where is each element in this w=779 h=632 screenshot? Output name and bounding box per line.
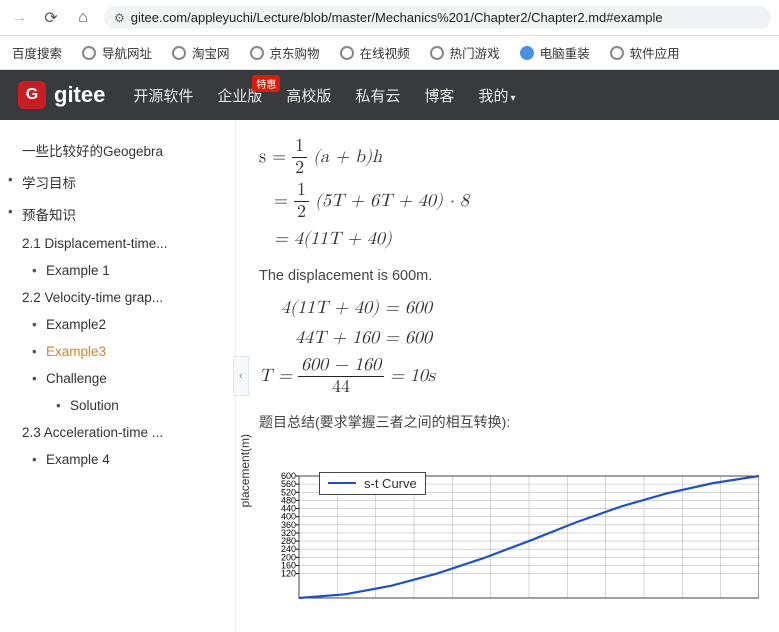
nav-private-cloud[interactable]: 私有云 — [355, 85, 400, 106]
promo-badge: 特惠 — [252, 75, 280, 92]
toc-item[interactable]: Example2 — [46, 311, 219, 338]
chart-ylabel: placement(m) — [241, 433, 252, 506]
home-button[interactable]: ⌂ — [72, 7, 94, 29]
gitee-header: G gitee 开源软件 企业版特惠 高校版 私有云 博客 我的▾ — [0, 70, 779, 120]
st-curve-chart: s-t Curve placement(m) 12016020024028032… — [259, 472, 761, 602]
nav-edu[interactable]: 高校版 — [286, 85, 331, 106]
bookmark-item[interactable]: 软件应用 — [610, 43, 680, 62]
math-derivation-2: 4(11T + 40) = 600 44T + 160 = 600 T = 60… — [259, 294, 761, 398]
url-bar[interactable]: ⚙ gitee.com/appleyuchi/Lecture/blob/mast… — [104, 6, 771, 29]
toc-item[interactable]: 预备知识 — [22, 198, 219, 230]
globe-icon — [172, 46, 186, 60]
markdown-content: s = 12 (a + b)h = 12 (5T + 6T + 40) · 8 … — [241, 120, 779, 632]
legend-line-icon — [328, 482, 356, 484]
toc-item[interactable]: 2.2 Velocity-time grap... — [22, 284, 219, 311]
math-derivation-1: s = 12 (a + b)h = 12 (5T + 6T + 40) · 8 … — [259, 136, 761, 254]
globe-icon — [430, 46, 444, 60]
toc-item[interactable]: 2.1 Displacement-time... — [22, 230, 219, 257]
toc-item[interactable]: 学习目标 — [22, 166, 219, 198]
gitee-logo-icon: G — [18, 81, 46, 109]
globe-icon — [82, 46, 96, 60]
toc-item[interactable]: Example3 — [46, 338, 219, 365]
bookmarks-bar: 百度搜索 导航网址 淘宝网 京东购物 在线视频 热门游戏 电脑重装 软件应用 — [0, 36, 779, 70]
bookmark-item[interactable]: 百度搜索 — [12, 43, 62, 62]
reload-button[interactable]: ⟳ — [40, 7, 62, 29]
gitee-logo[interactable]: G gitee — [18, 81, 105, 109]
toc-item[interactable]: Example 1 — [46, 257, 219, 284]
bookmark-item[interactable]: 京东购物 — [250, 43, 320, 62]
url-text: gitee.com/appleyuchi/Lecture/blob/master… — [131, 10, 663, 25]
bookmark-item[interactable]: 淘宝网 — [172, 43, 230, 62]
globe-icon — [340, 46, 354, 60]
globe-icon — [250, 46, 264, 60]
toc-item[interactable]: Challenge — [46, 365, 219, 392]
toc-item[interactable]: 一些比较好的Geogebra — [22, 134, 219, 166]
toc-item[interactable]: 2.3 Acceleration-time ... — [22, 419, 219, 446]
bookmark-item[interactable]: 在线视频 — [340, 43, 410, 62]
toc-item[interactable]: Example 4 — [46, 446, 219, 473]
bookmark-item[interactable]: 热门游戏 — [430, 43, 500, 62]
bookmark-item[interactable]: 电脑重装 — [520, 43, 590, 62]
collapse-sidebar-button[interactable]: ‹ — [233, 356, 249, 396]
chart-legend: s-t Curve — [319, 472, 426, 495]
gitee-logo-text: gitee — [54, 82, 105, 108]
globe-icon — [610, 46, 624, 60]
chevron-down-icon: ▾ — [510, 93, 515, 104]
nav-blog[interactable]: 博客 — [424, 85, 454, 106]
svg-text:600: 600 — [281, 472, 296, 481]
site-settings-icon[interactable]: ⚙ — [114, 11, 125, 25]
toc-sidebar: 一些比较好的Geogebra学习目标预备知识2.1 Displacement-t… — [0, 120, 235, 632]
bookmark-item[interactable]: 导航网址 — [82, 43, 152, 62]
sidebar-separator: ‹ — [235, 120, 241, 632]
summary-heading: 题目总结(要求掌握三者之间的相互转换): — [259, 412, 761, 432]
nav-enterprise[interactable]: 企业版特惠 — [217, 85, 262, 106]
legend-label: s-t Curve — [364, 476, 417, 491]
nav-opensource[interactable]: 开源软件 — [133, 85, 193, 106]
displacement-statement: The displacement is 600m. — [259, 268, 761, 284]
monitor-icon — [520, 46, 534, 60]
nav-mine[interactable]: 我的▾ — [478, 85, 515, 106]
forward-button[interactable]: → — [8, 7, 30, 29]
gitee-nav: 开源软件 企业版特惠 高校版 私有云 博客 我的▾ — [133, 85, 515, 106]
browser-toolbar: → ⟳ ⌂ ⚙ gitee.com/appleyuchi/Lecture/blo… — [0, 0, 779, 36]
toc-item[interactable]: Solution — [70, 392, 219, 419]
